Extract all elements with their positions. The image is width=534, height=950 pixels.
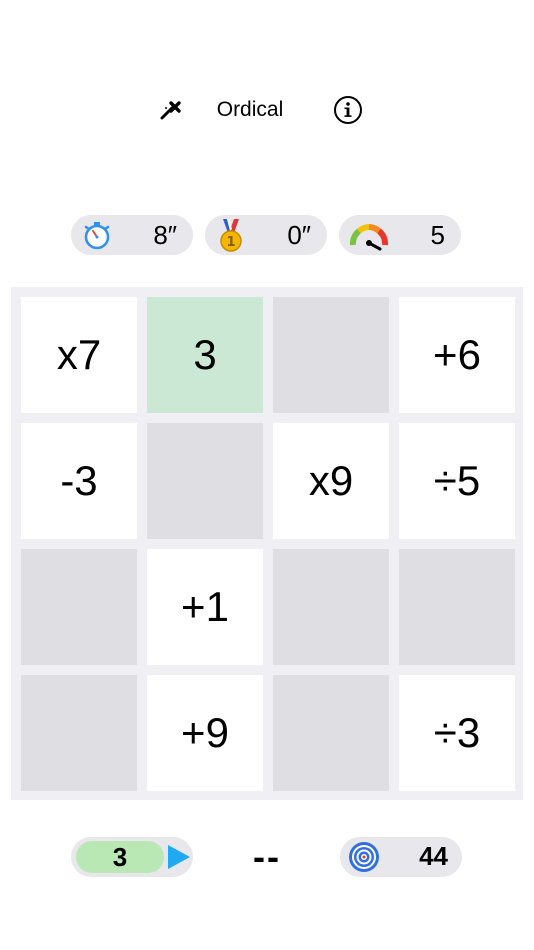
board-cell-r4-c4[interactable]: ÷3 — [399, 675, 515, 791]
app-title: Ordical — [216, 98, 284, 121]
magic-wand-icon[interactable] — [154, 94, 186, 126]
timer-pill: 8″ — [71, 215, 193, 255]
board-cell-r1-c4[interactable]: +6 — [399, 297, 515, 413]
game-board: x7 3 +6 -3 x9 ÷5 +1 +9 ÷3 — [11, 287, 523, 800]
gold-medal-icon: 1 — [215, 219, 247, 252]
current-value: 3 — [76, 841, 164, 873]
board-cell-r1-c3[interactable] — [273, 297, 389, 413]
board-cell-r3-c3[interactable] — [273, 549, 389, 665]
board-cell-r4-c3[interactable] — [273, 675, 389, 791]
board-cell-r1-c1[interactable]: x7 — [21, 297, 137, 413]
board-cell-r4-c2[interactable]: +9 — [147, 675, 263, 791]
board-cell-r3-c2[interactable]: +1 — [147, 549, 263, 665]
target-icon — [348, 841, 380, 873]
board-cell-r2-c4[interactable]: ÷5 — [399, 423, 515, 539]
board-cell-r4-c1[interactable] — [21, 675, 137, 791]
board-cell-r2-c2[interactable] — [147, 423, 263, 539]
board-cell-r2-c1[interactable]: -3 — [21, 423, 137, 539]
stopwatch-icon — [81, 219, 113, 251]
board-cell-r3-c1[interactable] — [21, 549, 137, 665]
result-display: -- — [253, 836, 281, 877]
info-icon[interactable] — [332, 94, 364, 126]
play-icon[interactable] — [168, 845, 190, 869]
board-cell-r1-c2[interactable]: 3 — [147, 297, 263, 413]
current-value-pill[interactable]: 3 — [71, 837, 193, 877]
timer-value: 8″ — [153, 219, 177, 250]
svg-text:1: 1 — [226, 235, 235, 250]
board-cell-r2-c3[interactable]: x9 — [273, 423, 389, 539]
target-value: 44 — [419, 841, 448, 871]
difficulty-pill: 5 — [339, 215, 461, 255]
best-time-pill: 1 0″ — [205, 215, 327, 255]
best-time-value: 0″ — [287, 219, 311, 250]
target-pill: 44 — [340, 837, 462, 877]
difficulty-value: 5 — [430, 219, 445, 250]
header-bar: Ordical — [0, 88, 534, 132]
board-cell-r3-c4[interactable] — [399, 549, 515, 665]
speedometer-icon — [349, 219, 389, 251]
